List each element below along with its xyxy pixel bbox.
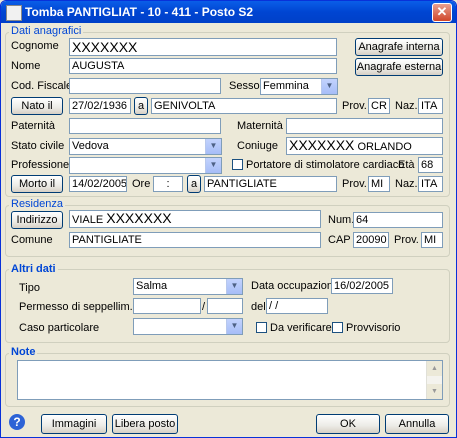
nato-a-button[interactable]: a [134,97,148,115]
chevron-down-icon[interactable]: ▼ [226,319,242,334]
indirizzo-via: VIALE [72,214,104,226]
da-verificare-checkbox[interactable] [256,322,267,333]
coniuge-nome: ORLANDO [357,141,412,153]
cognome-field[interactable]: XXXXXXX [69,38,337,56]
coniuge-field[interactable]: XXXXXXX ORLANDO [286,137,443,155]
libera-posto-button[interactable]: Libera posto [112,414,178,434]
nome-field[interactable]: AUGUSTA [69,58,337,74]
morto-naz-field[interactable]: ITA [418,176,443,192]
num-label: Num. [328,214,355,226]
comune-label: Comune [11,234,53,246]
group-label-note: Note [9,346,38,358]
nato-luogo-field[interactable]: GENIVOLTA [151,98,337,114]
morto-data-field[interactable]: 14/02/2005 [69,176,127,192]
del-field[interactable]: / / [266,298,328,314]
note-scrollbar[interactable]: ▲ ▼ [426,361,442,399]
group-label-dati-anagrafici: Dati anagrafici [9,25,84,37]
morto-prov-field[interactable]: MI [368,176,390,192]
da-verificare-label: Da verificare [270,322,332,334]
sesso-label: Sesso [229,80,260,92]
chevron-down-icon[interactable]: ▼ [321,79,337,94]
indirizzo-nome: XXXXXXX [106,210,172,226]
ok-button[interactable]: OK [316,414,380,434]
ore-field[interactable]: : [153,176,183,192]
indirizzo-button[interactable]: Indirizzo [11,211,63,229]
professione-select[interactable]: ▼ [69,157,222,174]
cap-field[interactable]: 20090 [353,232,389,248]
morto-a-button[interactable]: a [187,175,201,193]
stato-civile-select-value: Vedova [72,140,109,152]
close-button[interactable]: ✕ [432,3,452,22]
chevron-down-icon[interactable]: ▼ [205,139,221,154]
maternita-label: Maternità [237,120,283,132]
permesso-anno-field[interactable] [207,298,243,314]
nato-data-field[interactable]: 27/02/1936 [69,98,131,114]
permesso-n-field[interactable] [133,298,201,314]
annulla-button[interactable]: Annulla [385,414,449,434]
tipo-label: Tipo [19,282,40,294]
maternita-field[interactable] [286,118,443,134]
professione-label: Professione [11,159,70,171]
chevron-down-icon[interactable]: ▼ [205,158,221,173]
data-occupazione-label: Data occupazione [251,280,340,292]
stato-civile-label: Stato civile [11,140,65,152]
nato-prov-label: Prov. [342,100,367,112]
morto-il-button[interactable]: Morto il [11,175,63,193]
morto-naz-label: Naz. [395,178,418,190]
nato-il-button[interactable]: Nato il [11,97,63,115]
tipo-select-value: Salma [136,280,168,292]
stato-civile-select[interactable]: Vedova ▼ [69,138,222,155]
provvisorio-checkbox[interactable] [332,322,343,333]
morto-luogo-field[interactable]: PANTIGLIATE [204,176,337,192]
stimolatore-label: Portatore di stimolatore cardiaco [246,159,405,171]
paternita-label: Paternità [11,120,56,132]
permesso-slash: / [202,301,206,313]
nato-naz-label: Naz. [395,100,418,112]
window-icon [6,5,22,21]
sesso-select[interactable]: Femmina ▼ [260,78,338,95]
permesso-label: Permesso di seppellim. N. [19,301,147,313]
caso-particolare-label: Caso particolare [19,322,100,334]
provvisorio-label: Provvisorio [346,322,401,334]
coniuge-label: Coniuge [237,140,278,152]
eta-label: Età [398,159,415,171]
nato-prov-field[interactable]: CR [368,98,390,114]
dialog-window: Tomba PANTIGLIAT - 10 - 411 - Posto S2 ✕… [0,0,457,438]
num-field[interactable]: 64 [353,212,443,228]
tipo-select[interactable]: Salma ▼ [133,278,243,295]
data-occupazione-field[interactable]: 16/02/2005 [331,278,393,294]
indirizzo-field[interactable]: VIALE XXXXXXX [69,210,321,228]
sesso-select-value: Femmina [263,80,309,92]
scroll-up-icon[interactable]: ▲ [427,361,442,376]
immagini-button[interactable]: Immagini [41,414,107,434]
window-title: Tomba PANTIGLIAT - 10 - 411 - Posto S2 [25,5,254,19]
ore-label: Ore [132,178,151,190]
coniuge-cognome: XXXXXXX [289,137,355,153]
morto-prov-label: Prov. [342,178,367,190]
residenza-prov-label: Prov. [394,234,419,246]
eta-field[interactable]: 68 [418,157,443,173]
anagrafe-esterna-button[interactable]: Anagrafe esterna [355,58,443,76]
help-icon[interactable]: ? [9,414,25,430]
cap-label: CAP [328,234,351,246]
cod-fiscale-label: Cod. Fiscale [11,80,73,92]
title-bar[interactable]: Tomba PANTIGLIAT - 10 - 411 - Posto S2 ✕ [1,1,456,23]
note-textarea[interactable]: ▲ ▼ [17,360,443,400]
caso-particolare-select[interactable]: ▼ [133,318,243,335]
cod-fiscale-field[interactable] [69,78,221,94]
anagrafe-interna-button[interactable]: Anagrafe interna [355,38,443,56]
nome-label: Nome [11,60,41,72]
comune-field[interactable]: PANTIGLIATE [69,232,321,248]
paternita-field[interactable] [69,118,221,134]
cognome-label: Cognome [11,40,59,52]
group-label-altri-dati: Altri dati [9,263,58,275]
residenza-prov-field[interactable]: MI [421,232,443,248]
nato-naz-field[interactable]: ITA [418,98,443,114]
stimolatore-checkbox[interactable] [232,159,243,170]
del-label: del [251,301,266,313]
scroll-down-icon[interactable]: ▼ [427,384,442,399]
chevron-down-icon[interactable]: ▼ [226,279,242,294]
group-label-residenza: Residenza [9,198,65,210]
